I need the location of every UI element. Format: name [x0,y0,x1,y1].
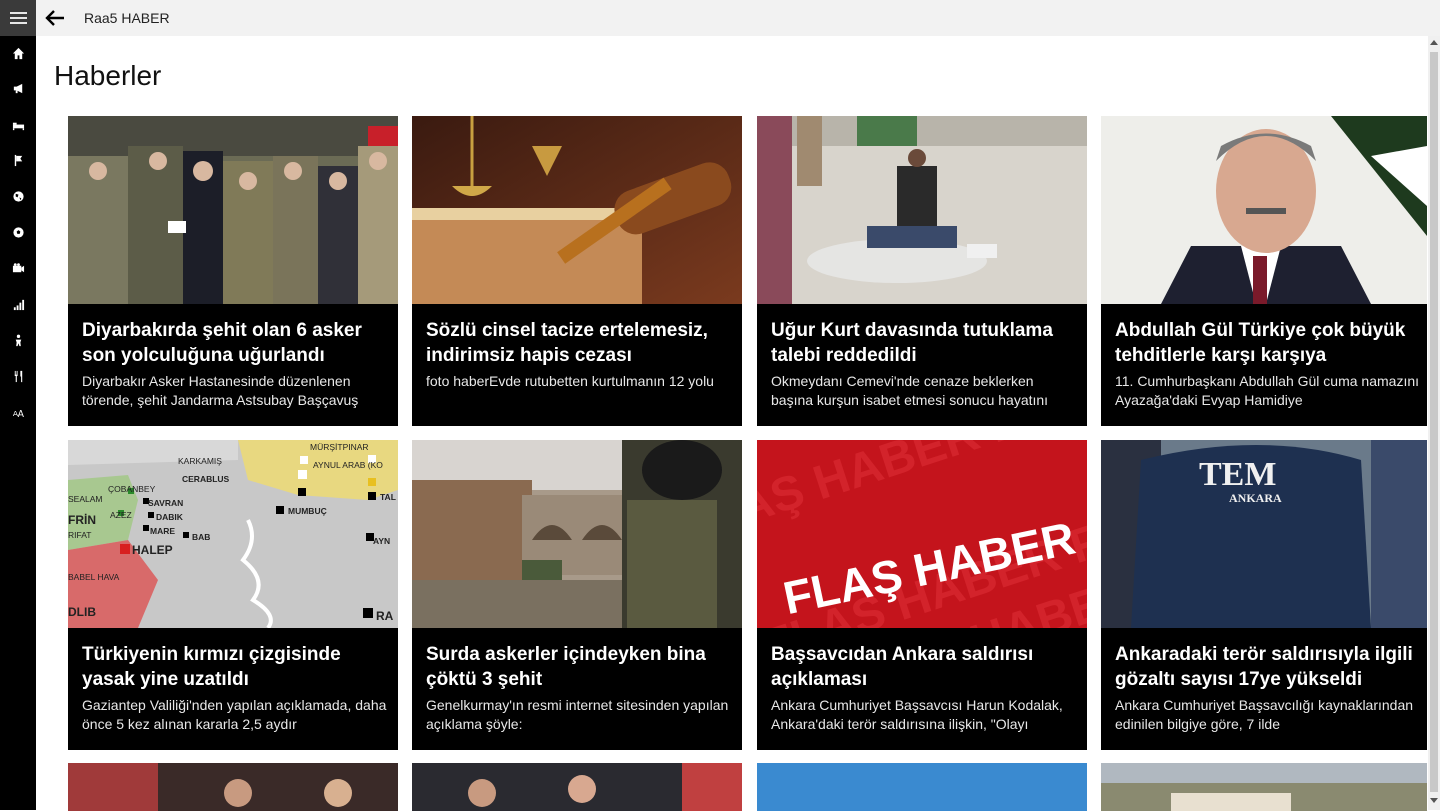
news-summary: Genelkurmay'ın resmi internet sitesinden… [426,697,729,732]
globe-icon[interactable] [0,187,36,205]
tem-logo-text: TEM [1199,456,1276,493]
map-label: BAB [192,532,210,542]
news-image [68,763,398,811]
map-label: DABIK [156,512,184,522]
news-tile[interactable] [68,763,398,811]
news-tile[interactable]: FLAŞ HABER FLAŞ FLAŞ HABER FLAŞ FLAŞ HAB… [757,440,1087,750]
bed-icon[interactable] [0,116,36,134]
news-summary: Okmeydanı Cemevi'nde cenaze beklerken ba… [771,373,1049,408]
map-label: ÇOBANBEY [108,484,156,494]
megaphone-icon[interactable] [0,79,36,97]
map-label: HALEP [132,543,173,557]
news-image [412,116,742,304]
news-tile[interactable]: MÜRŞİTPINAR KARKAMIŞ AYNUL ARAB (KO CERA… [68,440,398,750]
news-image: FLAŞ HABER FLAŞ FLAŞ HABER FLAŞ FLAŞ HAB… [757,440,1087,628]
map-label: AZEZ [110,510,132,520]
news-tile[interactable] [1101,763,1427,811]
map-label: AYNUL ARAB (KO [313,460,383,470]
news-tile[interactable]: Abdullah Gül Türkiye çok büyük tehditler… [1101,116,1427,426]
news-image [68,116,398,304]
news-tile[interactable]: Surda askerler içindeyken bina çöktü 3 ş… [412,440,742,750]
map-label: MÜRŞİTPINAR [310,442,369,452]
soccer-ball-icon[interactable] [0,223,36,241]
news-image [757,116,1087,304]
news-summary: Diyarbakır Asker Hastanesinde düzenlenen… [82,373,359,408]
news-tile[interactable]: Diyarbakırda şehit olan 6 asker son yolc… [68,116,398,426]
news-tile[interactable]: TEM ANKARA Ankaradaki terör saldırısıyla… [1101,440,1427,750]
news-image [1101,763,1427,811]
map-label: DLIB [68,605,96,619]
news-headline: Uğur Kurt davasında tutuklama talebi red… [771,320,1053,366]
font-size-icon[interactable]: AA [0,403,36,421]
map-label: RA [376,609,394,623]
news-headline: Ankaradaki terör saldırısıyla ilgili göz… [1115,644,1413,690]
news-headline: Diyarbakırda şehit olan 6 asker son yolc… [82,320,362,366]
news-headline: Abdullah Gül Türkiye çok büyük tehditler… [1115,320,1406,366]
scroll-down-arrow-icon[interactable] [1430,798,1438,803]
news-headline: Türkiyenin kırmızı çizgisinde yasak yine… [82,644,341,690]
scroll-up-arrow-icon[interactable] [1430,40,1438,45]
map-label: SAVRAN [148,498,183,508]
map-label: TAL [380,492,396,502]
map-label: KARKAMIŞ [178,456,222,466]
title-bar: Raa5 HABER [36,0,1440,36]
page-title: Haberler [54,60,162,91]
news-image: MÜRŞİTPINAR KARKAMIŞ AYNUL ARAB (KO CERA… [68,440,398,628]
news-image [412,440,742,628]
news-image: TEM ANKARA [1101,440,1427,628]
nav-rail: AA [0,0,36,810]
tem-city-text: ANKARA [1229,491,1282,505]
news-summary: 11. Cumhurbaşkanı Abdullah Gül cuma nama… [1115,373,1420,408]
news-summary: Ankara Cumhuriyet Başsavcılığı kaynaklar… [1115,697,1414,732]
person-icon[interactable] [0,331,36,349]
news-headline: Başsavcıdan Ankara saldırısı açıklaması [771,644,1034,690]
news-tile[interactable] [412,763,742,811]
news-headline: Surda askerler içindeyken bina çöktü 3 ş… [426,644,706,690]
map-label: AYN [373,536,390,546]
dining-icon[interactable] [0,367,36,385]
news-summary: Ankara Cumhuriyet Başsavcısı Harun Kodal… [771,697,1063,732]
news-headline: Sözlü cinsel tacize ertelemesiz, indirim… [426,320,708,366]
scroll-thumb[interactable] [1430,52,1438,792]
home-icon[interactable] [0,44,36,62]
news-image [412,763,742,811]
back-arrow-icon[interactable] [44,7,66,29]
app-title: Raa5 HABER [84,10,170,26]
news-summary: foto haberEvde rutubetten kurtulmanın 12… [426,373,714,389]
news-tile[interactable] [757,763,1087,811]
news-image [1101,116,1427,304]
vertical-scrollbar[interactable] [1428,36,1440,810]
map-label: SEALAM [68,494,103,504]
map-label: MARE [150,526,175,536]
news-tile[interactable]: Sözlü cinsel tacize ertelemesiz, indirim… [412,116,742,426]
map-label: BABEL HAVA [68,572,120,582]
hamburger-menu-button[interactable] [0,0,36,36]
signal-bars-icon[interactable] [0,295,36,313]
map-label: MUMBUÇ [288,506,327,516]
news-tile[interactable]: Uğur Kurt davasında tutuklama talebi red… [757,116,1087,426]
news-summary: Gaziantep Valiliği'nden yapılan açıklama… [82,697,387,732]
map-label: CERABLUS [182,474,230,484]
svg-text:A: A [17,409,24,419]
flag-icon[interactable] [0,151,36,169]
map-label: FRİN [68,512,96,527]
camera-icon[interactable] [0,259,36,277]
news-image [757,763,1087,811]
map-label: RIFAT [68,530,91,540]
